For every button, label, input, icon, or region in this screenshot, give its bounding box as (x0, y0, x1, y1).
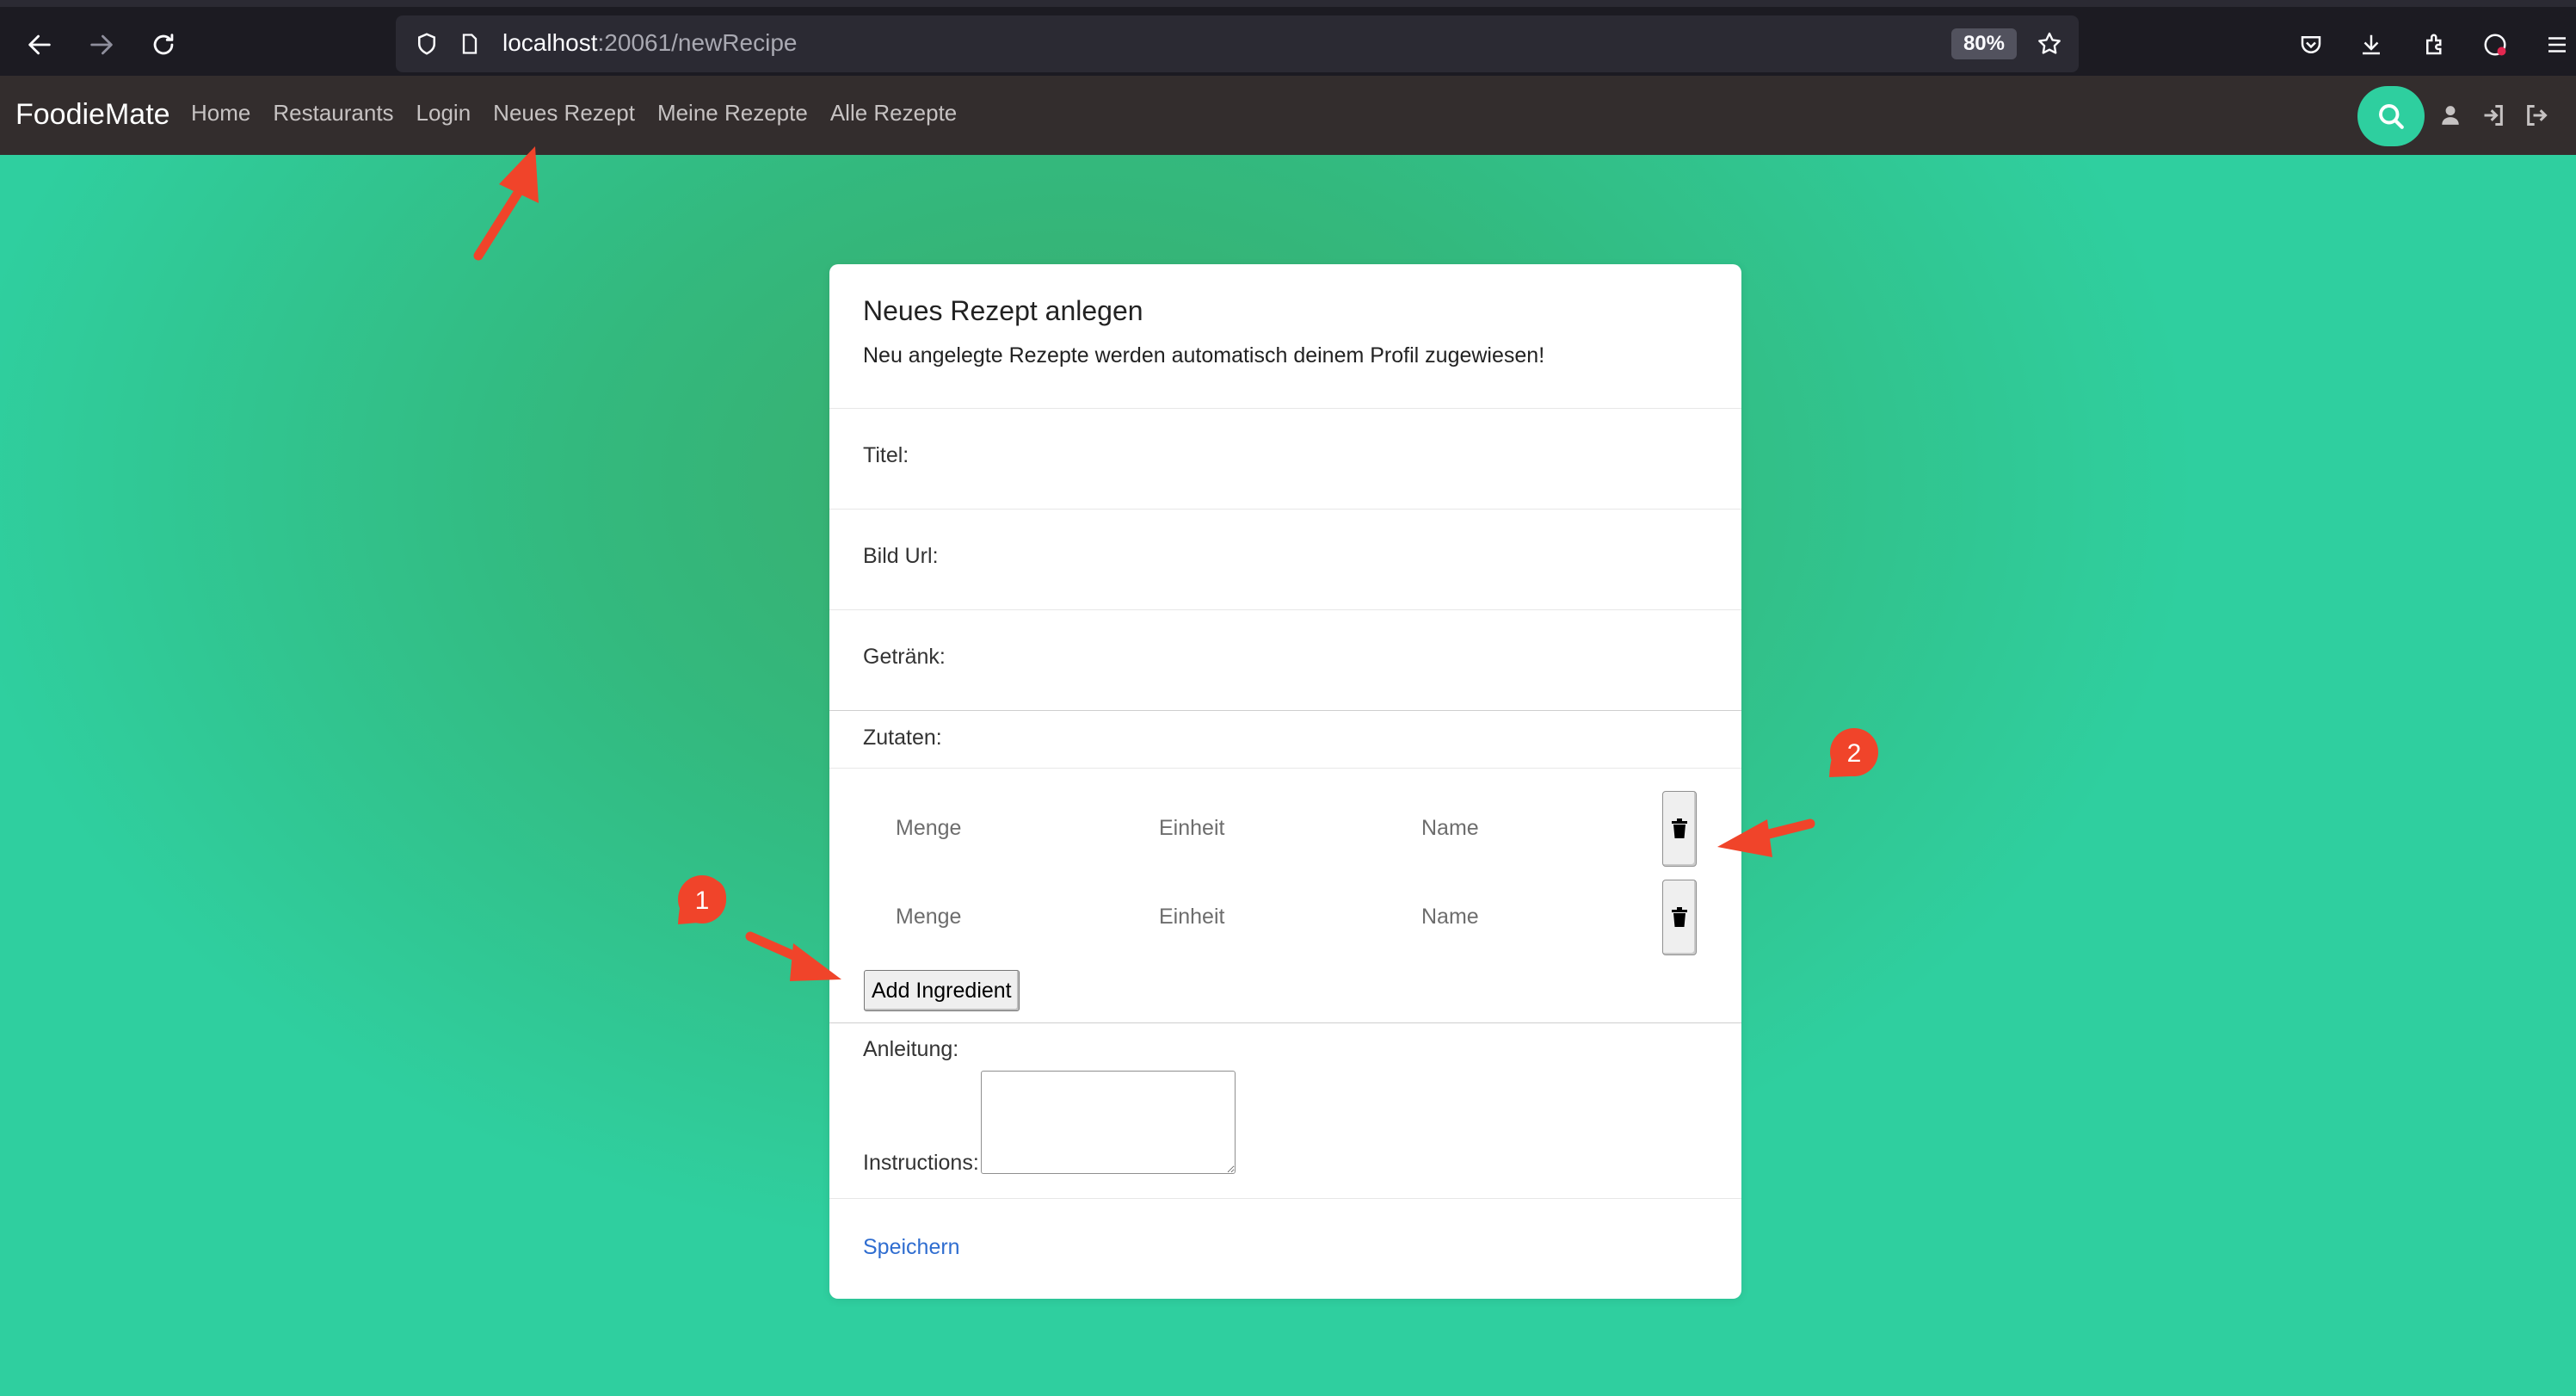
marker-2-label: 2 (1847, 739, 1862, 768)
arrow-annotation (1717, 818, 1815, 857)
annotation-overlay: 1 2 (473, 146, 1878, 981)
arrow-annotation (473, 146, 539, 261)
marker-1-annotation: 1 (678, 875, 727, 924)
marker-1-label: 1 (695, 886, 710, 915)
marker-2-annotation: 2 (1829, 728, 1878, 777)
arrow-annotation (745, 931, 841, 981)
